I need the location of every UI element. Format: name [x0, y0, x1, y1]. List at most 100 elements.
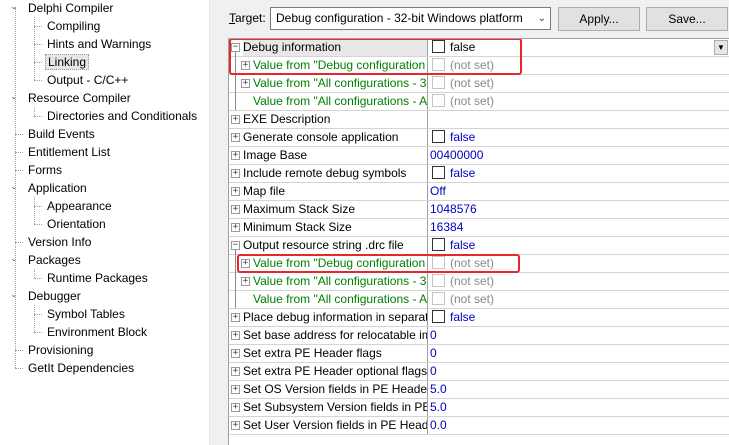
property-row[interactable]: + Value from "All configurations - 3 (not …: [229, 273, 729, 291]
expand-icon[interactable]: +: [231, 313, 240, 322]
property-row[interactable]: + Minimum Stack Size 16384: [229, 219, 729, 237]
collapse-icon[interactable]: −: [231, 241, 240, 250]
expand-icon[interactable]: +: [241, 61, 250, 70]
property-value[interactable]: 00400000: [427, 147, 729, 164]
property-row[interactable]: − Output resource string .drc file false: [229, 237, 729, 255]
tree-item[interactable]: Entitlement List: [26, 143, 112, 161]
tree-item[interactable]: Directories and Conditionals: [45, 107, 199, 125]
apply-button[interactable]: Apply...: [558, 7, 640, 31]
expand-icon[interactable]: +: [231, 349, 240, 358]
tree-item[interactable]: Symbol Tables: [45, 305, 127, 323]
tree-item[interactable]: Application: [26, 179, 89, 197]
chevron-down-icon[interactable]: ⌄: [9, 249, 19, 267]
property-value[interactable]: (not set): [427, 93, 729, 110]
property-value[interactable]: (not set): [427, 57, 729, 74]
property-row[interactable]: + Set Subsystem Version fields in PE 5.0: [229, 399, 729, 417]
tree-item[interactable]: Compiling: [45, 17, 102, 35]
property-value[interactable]: false ▼: [427, 39, 729, 56]
expand-icon[interactable]: +: [231, 223, 240, 232]
expand-icon[interactable]: +: [241, 277, 250, 286]
value-checkbox[interactable]: [432, 166, 445, 179]
expand-icon[interactable]: +: [231, 169, 240, 178]
property-value[interactable]: 5.0: [427, 381, 729, 398]
property-row[interactable]: + Set OS Version fields in PE Header a 5.0: [229, 381, 729, 399]
property-row[interactable]: + Generate console application false: [229, 129, 729, 147]
tree-item[interactable]: Environment Block: [45, 323, 149, 341]
property-row[interactable]: + Value from "All configurations - 3 (not …: [229, 75, 729, 93]
tree-item[interactable]: Provisioning: [26, 341, 95, 359]
property-row[interactable]: + Image Base 00400000: [229, 147, 729, 165]
expand-icon[interactable]: +: [231, 115, 240, 124]
tree-item[interactable]: Resource Compiler: [26, 89, 133, 107]
tree-item[interactable]: Linking: [45, 53, 90, 71]
property-value[interactable]: false: [427, 309, 729, 326]
target-configuration-select[interactable]: Debug configuration - 32-bit Windows pla…: [270, 7, 551, 30]
expand-icon[interactable]: +: [231, 367, 240, 376]
property-value[interactable]: 16384: [427, 219, 729, 236]
expand-icon[interactable]: +: [241, 79, 250, 88]
property-row[interactable]: − Debug information false ▼: [229, 39, 729, 57]
property-value[interactable]: false: [427, 237, 729, 254]
value-checkbox[interactable]: [432, 40, 445, 53]
chevron-down-icon[interactable]: ⌄: [9, 87, 19, 105]
property-value[interactable]: false: [427, 165, 729, 182]
tree-item[interactable]: Packages: [26, 251, 83, 269]
tree-item[interactable]: Debugger: [26, 287, 83, 305]
property-value[interactable]: 0: [427, 345, 729, 362]
value-checkbox[interactable]: [432, 238, 445, 251]
property-row[interactable]: + Set extra PE Header flags 0: [229, 345, 729, 363]
property-row[interactable]: Value from "All configurations - A (not s…: [229, 291, 729, 309]
tree-item[interactable]: Orientation: [45, 215, 108, 233]
tree-item[interactable]: Hints and Warnings: [45, 35, 153, 53]
collapse-icon[interactable]: −: [231, 43, 240, 52]
expand-icon[interactable]: +: [231, 421, 240, 430]
property-row[interactable]: + Value from "Debug configuration (not set…: [229, 57, 729, 75]
expand-icon[interactable]: +: [231, 133, 240, 142]
value-checkbox[interactable]: [432, 130, 445, 143]
expand-icon[interactable]: +: [231, 187, 240, 196]
expand-icon[interactable]: +: [231, 151, 240, 160]
chevron-down-icon[interactable]: ⌄: [9, 177, 19, 195]
dropdown-arrow-icon[interactable]: ▼: [714, 40, 728, 55]
property-value[interactable]: 5.0: [427, 399, 729, 416]
expand-icon[interactable]: +: [231, 205, 240, 214]
tree-item[interactable]: Appearance: [45, 197, 114, 215]
property-row[interactable]: + Map file Off: [229, 183, 729, 201]
chevron-down-icon[interactable]: ⌄: [9, 0, 19, 15]
chevron-down-icon[interactable]: ⌄: [9, 285, 19, 303]
panel-splitter[interactable]: [210, 0, 221, 445]
tree-item[interactable]: Version Info: [26, 233, 93, 251]
expand-icon[interactable]: +: [241, 259, 250, 268]
property-row[interactable]: + Value from "Debug configuration (not set…: [229, 255, 729, 273]
property-value[interactable]: (not set): [427, 291, 729, 308]
tree-item[interactable]: GetIt Dependencies: [26, 359, 136, 377]
property-value[interactable]: 1048576: [427, 201, 729, 218]
property-value[interactable]: Off: [427, 183, 729, 200]
expand-icon[interactable]: +: [231, 403, 240, 412]
property-value[interactable]: [427, 111, 729, 128]
value-checkbox[interactable]: [432, 310, 445, 323]
tree-item[interactable]: Runtime Packages: [45, 269, 150, 287]
property-value[interactable]: (not set): [427, 255, 729, 272]
save-button[interactable]: Save...: [646, 7, 728, 31]
expand-icon[interactable]: +: [231, 331, 240, 340]
tree-item[interactable]: Output - C/C++: [45, 71, 130, 89]
property-value[interactable]: false: [427, 129, 729, 146]
tree-item[interactable]: Build Events: [26, 125, 97, 143]
property-row[interactable]: + EXE Description: [229, 111, 729, 129]
property-value[interactable]: 0.0: [427, 417, 729, 434]
tree-item[interactable]: Forms: [26, 161, 64, 179]
expand-icon[interactable]: +: [231, 385, 240, 394]
property-value[interactable]: 0: [427, 363, 729, 380]
property-row[interactable]: + Set User Version fields in PE Heade 0.0: [229, 417, 729, 435]
property-value[interactable]: (not set): [427, 75, 729, 92]
property-value[interactable]: 0: [427, 327, 729, 344]
tree-item[interactable]: Delphi Compiler: [26, 0, 115, 17]
property-row[interactable]: + Place debug information in separat false: [229, 309, 729, 327]
property-row[interactable]: Value from "All configurations - A (not s…: [229, 93, 729, 111]
property-row[interactable]: + Set base address for relocatable im 0: [229, 327, 729, 345]
property-value[interactable]: (not set): [427, 273, 729, 290]
property-row[interactable]: + Maximum Stack Size 1048576: [229, 201, 729, 219]
property-row[interactable]: + Include remote debug symbols false: [229, 165, 729, 183]
property-row[interactable]: + Set extra PE Header optional flags 0: [229, 363, 729, 381]
